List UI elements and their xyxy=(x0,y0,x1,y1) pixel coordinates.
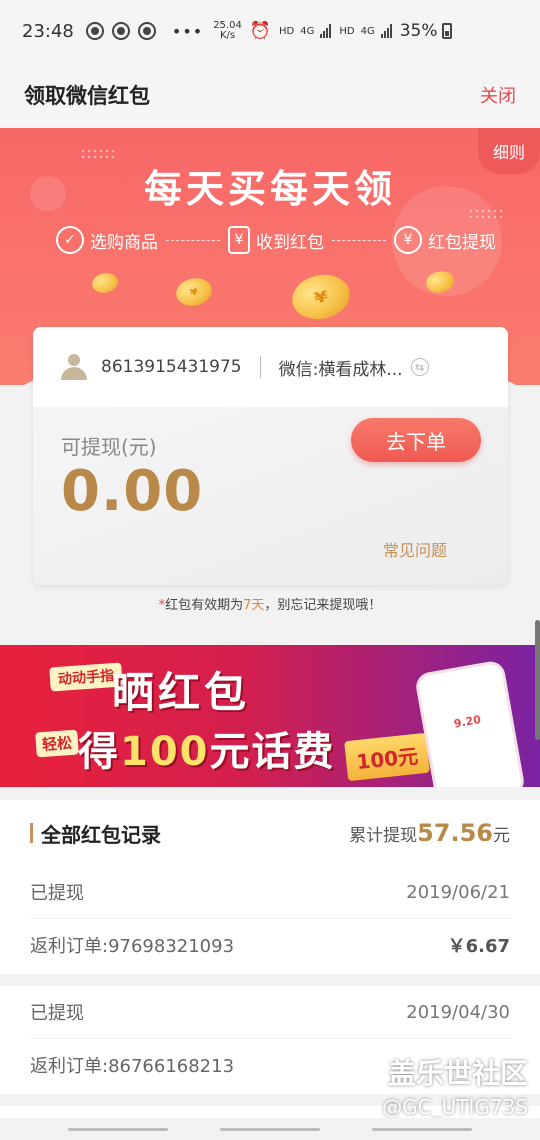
record-status-row: 已提现 2019/06/21 xyxy=(30,866,510,918)
banner-tag: 轻松 xyxy=(35,729,79,758)
phone-illustration: 9.20 xyxy=(417,662,523,787)
balance-area: 可提现(元) 0.00 去下单 常见问题 xyxy=(33,383,508,585)
signal-icon xyxy=(320,24,332,38)
coin-icon: ¥ xyxy=(288,269,354,325)
user-avatar-icon xyxy=(61,354,87,380)
alarm-icon: ⏰ xyxy=(249,21,271,41)
nav-gesture-bar[interactable] xyxy=(372,1128,472,1131)
hero-slogan: 每天买每天领 xyxy=(143,167,396,211)
page-header: 领取微信红包 关闭 xyxy=(0,62,540,128)
record-date: 2019/06/21 xyxy=(406,881,510,903)
divider xyxy=(259,356,261,378)
records-header: 全部红包记录 累计提现57.56元 xyxy=(0,800,540,866)
promo-banner[interactable]: 动动手指 晒红包 轻松 得100元话费 100元 9.20 xyxy=(0,645,540,787)
network-type: 4G xyxy=(300,25,315,37)
expiry-note: *红包有效期为7天，别忘记来提现哦！ xyxy=(158,598,382,613)
scrollbar[interactable] xyxy=(535,620,540,740)
more-notifications-icon: ••• xyxy=(171,21,204,41)
watermark-text: 盖乐世社区 xyxy=(387,1057,528,1090)
wechat-account: 微信:横看成林... xyxy=(278,359,403,380)
nav-gesture-bar[interactable] xyxy=(68,1128,168,1131)
place-order-button[interactable]: 去下单 xyxy=(351,418,481,462)
steps-row: ✓ 选购商品 ¥ 收到红包 ¥ 红包提现 xyxy=(56,226,496,254)
system-nav-bar xyxy=(0,1118,540,1140)
step-receive-redpacket: ¥ 收到红包 xyxy=(228,226,324,254)
step-divider xyxy=(332,239,386,241)
hd-label: HD xyxy=(279,25,295,37)
switch-account-icon[interactable]: ⇆ xyxy=(410,358,429,376)
battery-percent: 35% xyxy=(399,21,438,41)
account-row: 8613915431975 微信:横看成林... ⇆ xyxy=(33,327,508,407)
step-withdraw: ¥ 红包提现 xyxy=(394,226,496,254)
app-notification-icon xyxy=(85,22,104,40)
record-order-row: 返利订单:97698321093 ￥6.67 xyxy=(30,918,510,970)
coupon-ticket: 100元 xyxy=(344,732,430,782)
close-button[interactable]: 关闭 xyxy=(480,82,516,108)
signal-icon xyxy=(380,24,392,38)
phone-number: 8613915431975 xyxy=(101,357,242,377)
coin-icon xyxy=(90,270,120,296)
nav-gesture-bar[interactable] xyxy=(220,1128,320,1131)
envelope-icon: ¥ xyxy=(228,226,250,254)
page-title: 领取微信红包 xyxy=(24,84,150,108)
app-notification-icon xyxy=(111,22,130,40)
app-notification-icon xyxy=(137,22,156,40)
record-status: 已提现 xyxy=(30,1003,84,1024)
withdrawable-label: 可提现(元) xyxy=(61,435,157,459)
total-withdrawn: 累计提现57.56元 xyxy=(349,819,510,847)
status-bar: 23:48 ••• 25.04 K/s ⏰ HD 4G HD 4G 35% xyxy=(0,0,540,62)
yuan-cycle-icon: ¥ xyxy=(394,226,422,254)
watermark-handle: @GC_UTIG73S xyxy=(382,1095,528,1119)
faq-link[interactable]: 常见问题 xyxy=(383,537,447,561)
record-order: 返利订单:97698321093 xyxy=(30,935,235,957)
records-title: 全部红包记录 xyxy=(30,819,161,848)
network-type: 4G xyxy=(360,25,375,37)
record-status-row: 已提现 2019/04/30 xyxy=(30,986,510,1038)
network-speed: 25.04 K/s xyxy=(213,20,242,41)
battery-icon xyxy=(441,23,452,39)
step-divider xyxy=(166,239,220,241)
record-amount: ￥6.67 xyxy=(447,935,510,957)
withdraw-card: 可提现(元) 0.00 去下单 常见问题 8613915431975 微信:横看… xyxy=(33,327,508,585)
record-order: 返利订单:86766168213 xyxy=(30,1055,235,1077)
banner-subheadline: 得100元话费 xyxy=(78,729,336,775)
record-item[interactable]: 已提现 2019/06/21 返利订单:97698321093 ￥6.67 xyxy=(0,866,540,974)
record-date: 2019/04/30 xyxy=(406,1001,510,1023)
step-select-goods: ✓ 选购商品 xyxy=(56,226,158,254)
check-circle-icon: ✓ xyxy=(56,226,84,254)
record-status: 已提现 xyxy=(30,883,84,904)
status-time: 23:48 xyxy=(22,20,74,42)
coin-icon: ¥ xyxy=(173,275,215,309)
hd-label: HD xyxy=(339,25,355,37)
withdrawable-amount: 0.00 xyxy=(61,459,204,524)
banner-headline: 晒红包 xyxy=(112,668,251,717)
